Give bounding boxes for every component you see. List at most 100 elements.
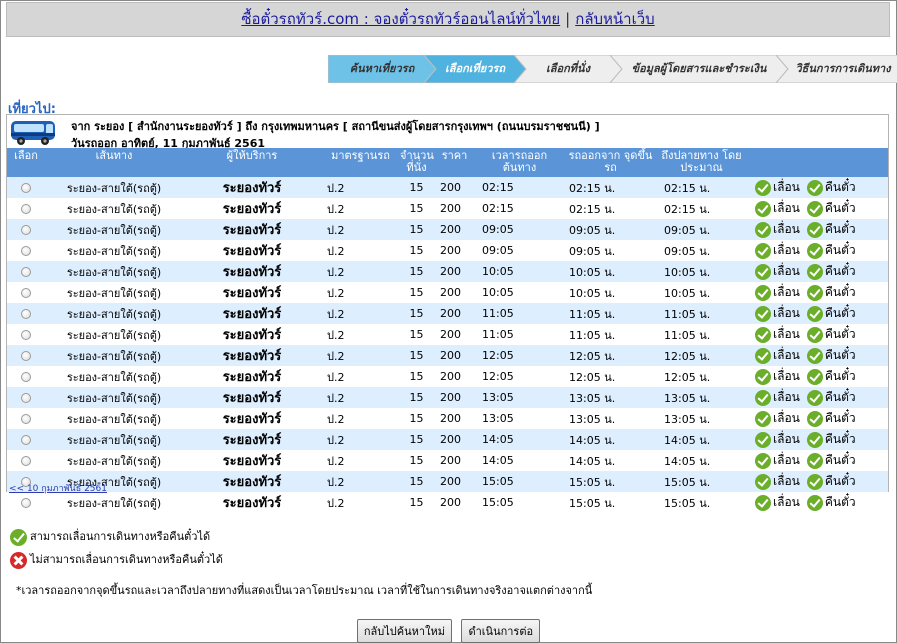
arrive-cell: 11:05 น. bbox=[658, 324, 745, 345]
select-cell[interactable] bbox=[7, 240, 45, 261]
depart-cell: 15:05 bbox=[476, 471, 563, 492]
table-row[interactable]: ระยอง-สายใต้(รถตู้) ระยองทัวร์ ป.2 15 200 12:… bbox=[7, 345, 888, 366]
select-cell[interactable] bbox=[7, 261, 45, 282]
pickup-cell: 14:05 น. bbox=[563, 450, 658, 471]
table-row[interactable]: ระยอง-สายใต้(รถตู้) ระยองทัวร์ ป.2 15 200 09:… bbox=[7, 219, 888, 240]
table-row[interactable]: ระยอง-สายใต้(รถตู้) ระยองทัวร์ ป.2 15 200 15:… bbox=[7, 471, 888, 492]
table-row[interactable]: ระยอง-สายใต้(รถตู้) ระยองทัวร์ ป.2 15 200 09:… bbox=[7, 240, 888, 261]
trip-panel: จาก ระยอง [ สำนักงานระยองทัวร์ ] ถึง กรุ… bbox=[6, 114, 889, 513]
actions-cell: เลื่อน คืนตั๋ว bbox=[745, 261, 888, 282]
trip-radio[interactable] bbox=[21, 393, 31, 403]
select-cell[interactable] bbox=[7, 303, 45, 324]
depart-cell: 11:05 bbox=[476, 324, 563, 345]
site-link[interactable]: ซื้อตั๋วรถทัวร์.com : จองตั๋วรถทัวร์ออนไ… bbox=[241, 10, 560, 28]
select-cell[interactable] bbox=[7, 366, 45, 387]
back-to-search-button[interactable]: กลับไปค้นหาใหม่ bbox=[356, 619, 452, 643]
arrive-cell: 02:15 น. bbox=[658, 198, 745, 219]
seats-cell: 15 bbox=[400, 408, 433, 429]
trip-radio[interactable] bbox=[21, 204, 31, 214]
operator-cell: ระยองทัวร์ bbox=[183, 345, 321, 366]
trip-radio[interactable] bbox=[21, 456, 31, 466]
check-icon bbox=[806, 284, 823, 301]
table-row[interactable]: ระยอง-สายใต้(รถตู้) ระยองทัวร์ ป.2 15 200 13:… bbox=[7, 387, 888, 408]
check-icon bbox=[755, 200, 771, 217]
pickup-cell: 09:05 น. bbox=[563, 240, 658, 261]
select-cell[interactable] bbox=[7, 492, 45, 513]
table-row[interactable]: ระยอง-สายใต้(รถตู้) ระยองทัวร์ ป.2 15 200 14:… bbox=[7, 450, 888, 471]
price-cell: 200 bbox=[433, 492, 476, 513]
arrive-cell: 15:05 น. bbox=[658, 492, 745, 513]
trip-radio[interactable] bbox=[21, 498, 31, 508]
col-standard-header: มาตรฐานรถ bbox=[321, 148, 400, 177]
continue-button[interactable]: ดำเนินการต่อ bbox=[461, 619, 541, 643]
standard-cell: ป.2 bbox=[321, 387, 400, 408]
trip-radio[interactable] bbox=[21, 225, 31, 235]
select-cell[interactable] bbox=[7, 282, 45, 303]
trip-radio[interactable] bbox=[21, 309, 31, 319]
previous-day-link[interactable]: << 10 กุมภาพันธ์ 2561 bbox=[9, 481, 107, 495]
standard-cell: ป.2 bbox=[321, 408, 400, 429]
refund-label: คืนตั๋ว bbox=[824, 201, 856, 215]
price-cell: 200 bbox=[433, 429, 476, 450]
trip-radio[interactable] bbox=[21, 435, 31, 445]
check-icon bbox=[755, 347, 771, 364]
standard-cell: ป.2 bbox=[321, 177, 400, 198]
check-icon bbox=[806, 179, 823, 196]
table-row[interactable]: ระยอง-สายใต้(รถตู้) ระยองทัวร์ ป.2 15 200 10:… bbox=[7, 282, 888, 303]
table-row[interactable]: ระยอง-สายใต้(รถตู้) ระยองทัวร์ ป.2 15 200 11:… bbox=[7, 324, 888, 345]
pickup-cell: 10:05 น. bbox=[563, 261, 658, 282]
trip-radio[interactable] bbox=[21, 288, 31, 298]
table-row[interactable]: ระยอง-สายใต้(รถตู้) ระยองทัวร์ ป.2 15 200 10:… bbox=[7, 261, 888, 282]
select-cell[interactable] bbox=[7, 177, 45, 198]
table-row[interactable]: ระยอง-สายใต้(รถตู้) ระยองทัวร์ ป.2 15 200 02:… bbox=[7, 177, 888, 198]
col-select-header: เลือก bbox=[7, 148, 45, 177]
refund-label: คืนตั๋ว bbox=[824, 390, 856, 404]
check-icon bbox=[806, 389, 823, 406]
price-cell: 200 bbox=[433, 219, 476, 240]
refund-label: คืนตั๋ว bbox=[824, 285, 856, 299]
table-header-row: เลือก เส้นทาง ผู้ให้บริการ มาตรฐานรถ จำนวน ท… bbox=[7, 148, 888, 177]
check-icon bbox=[755, 473, 771, 490]
trip-radio[interactable] bbox=[21, 330, 31, 340]
select-cell[interactable] bbox=[7, 429, 45, 450]
actions-cell: เลื่อน คืนตั๋ว bbox=[745, 177, 888, 198]
trip-radio[interactable] bbox=[21, 414, 31, 424]
check-icon bbox=[755, 284, 771, 301]
table-row[interactable]: ระยอง-สายใต้(รถตู้) ระยองทัวร์ ป.2 15 200 02:… bbox=[7, 198, 888, 219]
select-cell[interactable] bbox=[7, 219, 45, 240]
trip-radio[interactable] bbox=[21, 267, 31, 277]
price-cell: 200 bbox=[433, 198, 476, 219]
trip-route: จาก ระยอง [ สำนักงานระยองทัวร์ ] ถึง กรุ… bbox=[71, 120, 600, 133]
table-row[interactable]: ระยอง-สายใต้(รถตู้) ระยองทัวร์ ป.2 15 200 13:… bbox=[7, 408, 888, 429]
select-cell[interactable] bbox=[7, 408, 45, 429]
select-cell[interactable] bbox=[7, 198, 45, 219]
check-icon bbox=[806, 452, 823, 469]
table-row[interactable]: ระยอง-สายใต้(รถตู้) ระยองทัวร์ ป.2 15 200 12:… bbox=[7, 366, 888, 387]
select-cell[interactable] bbox=[7, 387, 45, 408]
refund-label: คืนตั๋ว bbox=[824, 306, 856, 320]
postpone-label: เลื่อน bbox=[773, 285, 800, 299]
depart-cell: 02:15 bbox=[476, 198, 563, 219]
booking-steps: ค้นหาเที่ยวรถ เลือกเที่ยวรถ เลือกที่นั่ง ข้… bbox=[328, 55, 897, 83]
table-row[interactable]: ระยอง-สายใต้(รถตู้) ระยองทัวร์ ป.2 15 200 14:… bbox=[7, 429, 888, 450]
route-cell: ระยอง-สายใต้(รถตู้) bbox=[45, 198, 183, 219]
standard-cell: ป.2 bbox=[321, 219, 400, 240]
check-icon bbox=[806, 368, 823, 385]
table-row[interactable]: ระยอง-สายใต้(รถตู้) ระยองทัวร์ ป.2 15 200 11:… bbox=[7, 303, 888, 324]
check-icon bbox=[755, 326, 771, 343]
select-cell[interactable] bbox=[7, 324, 45, 345]
trip-radio[interactable] bbox=[21, 246, 31, 256]
operator-cell: ระยองทัวร์ bbox=[183, 387, 321, 408]
trip-radio[interactable] bbox=[21, 351, 31, 361]
trip-radio[interactable] bbox=[21, 183, 31, 193]
select-cell[interactable] bbox=[7, 450, 45, 471]
table-row[interactable]: ระยอง-สายใต้(รถตู้) ระยองทัวร์ ป.2 15 200 15:… bbox=[7, 492, 888, 513]
trip-radio[interactable] bbox=[21, 372, 31, 382]
pickup-cell: 13:05 น. bbox=[563, 387, 658, 408]
seats-cell: 15 bbox=[400, 324, 433, 345]
check-icon bbox=[755, 431, 771, 448]
home-link[interactable]: กลับหน้าเว็บ bbox=[575, 10, 654, 28]
check-icon bbox=[806, 263, 823, 280]
select-cell[interactable] bbox=[7, 345, 45, 366]
arrive-cell: 14:05 น. bbox=[658, 429, 745, 450]
